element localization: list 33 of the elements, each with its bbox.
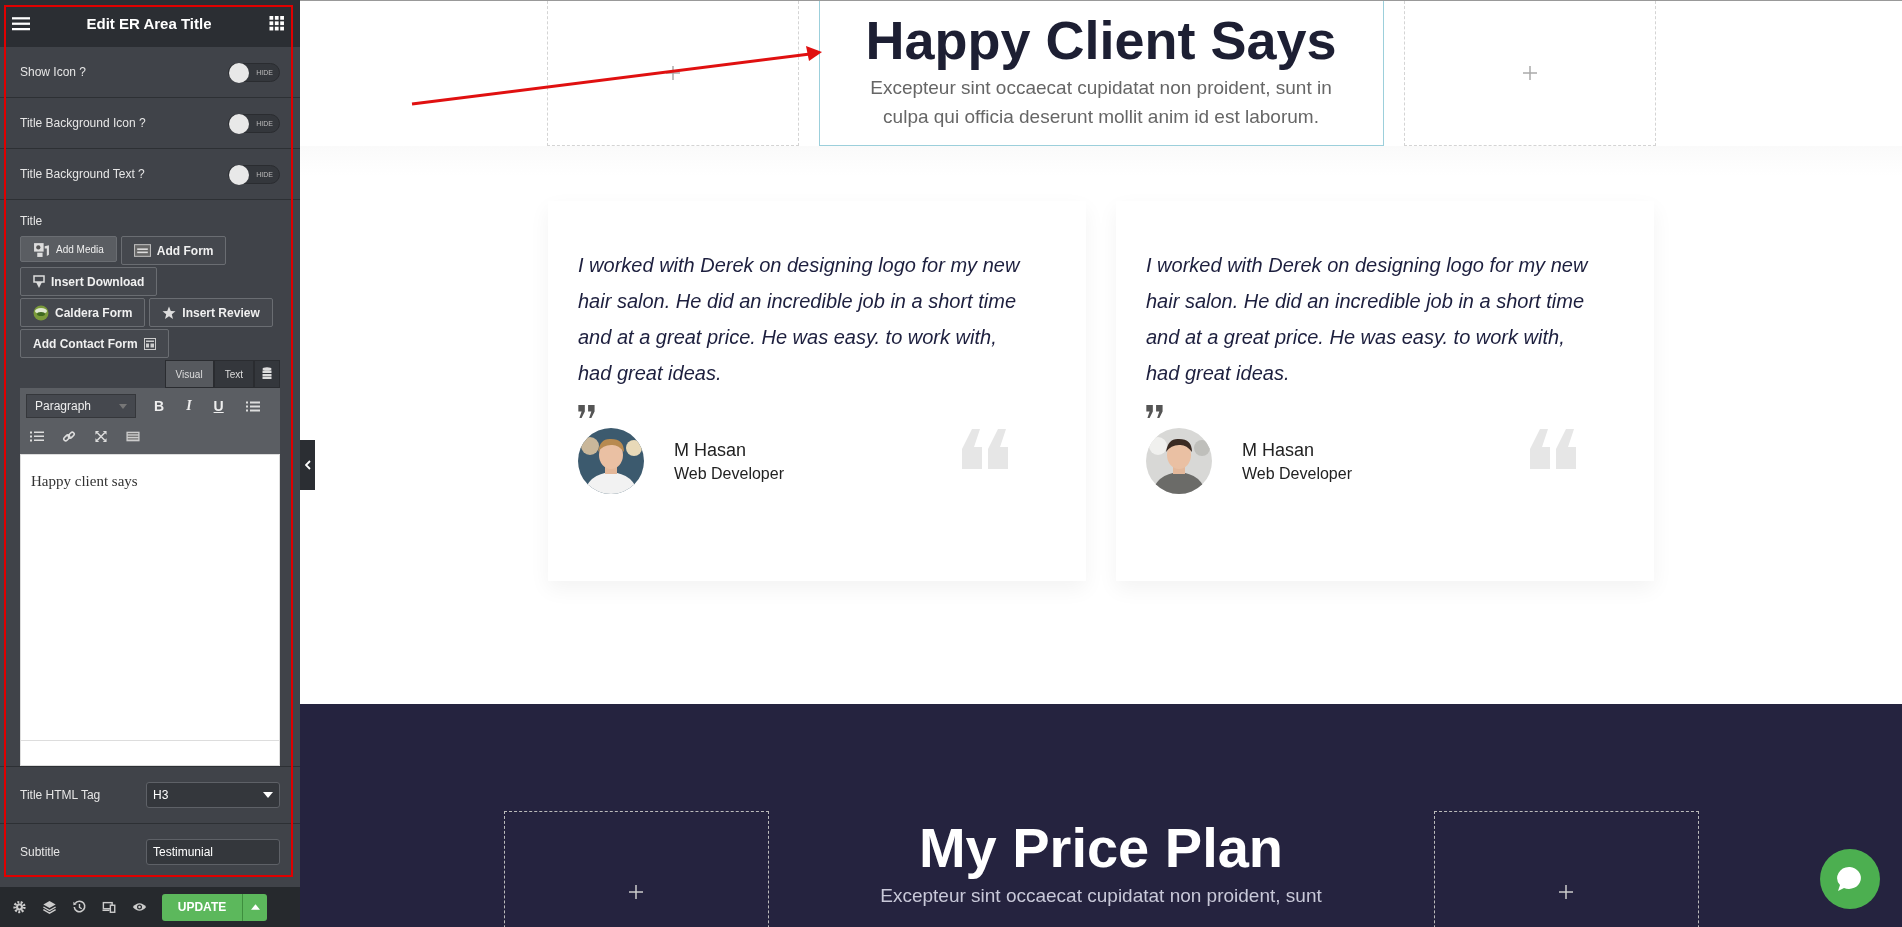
media-button[interactable]: Add Contact Form — [20, 329, 169, 358]
author-name: M Hasan — [674, 439, 748, 461]
toggle-label: Title Background Text ? — [20, 167, 145, 181]
media-button[interactable]: Add Form — [120, 236, 227, 265]
media-button[interactable]: Add Media — [20, 236, 117, 262]
section-heading: My Price Plan — [918, 817, 1284, 879]
panel-title: Edit ER Area Title — [86, 15, 212, 32]
author-role: Web Developer — [1242, 464, 1352, 483]
section-subtitle: Excepteur sint occaecat cupidatat non proident, sunt — [880, 884, 1322, 907]
format-button[interactable]: U — [209, 398, 228, 414]
editor-tab[interactable]: Visual — [164, 360, 214, 388]
format-select[interactable]: Paragraph — [26, 394, 136, 418]
section-subtitle: Excepteur sint occaecat cupidatat non proident, sunt in culpa qui officia deserunt mollit anim id est laborum. — [869, 76, 1333, 129]
section-label: Title — [20, 214, 44, 228]
field-label: Subtitle — [20, 845, 61, 859]
select-field[interactable]: H3 — [146, 782, 280, 808]
testimonial-quote: I worked with Derek on designing logo for my new hair salon. He did an incredible job in a short time and at a great price. He was easy. to work with, had great ideas. — [1146, 253, 1590, 386]
format-button[interactable]: B — [150, 398, 169, 414]
author-role: Web Developer — [674, 464, 784, 483]
toggle-label: Show Icon ? — [20, 65, 87, 79]
testimonial-quote: I worked with Derek on designing logo for my new hair salon. He did an incredible job in a short time and at a great price. He was easy. to work with, had great ideas. — [578, 253, 1022, 386]
author-name: M Hasan — [1242, 439, 1316, 461]
input-field[interactable]: Testimunial — [146, 839, 280, 865]
field-label: Title HTML Tag — [20, 788, 101, 802]
editor-text: Happy client says — [30, 472, 139, 491]
editor-tab[interactable]: Text — [213, 360, 254, 388]
format-button[interactable]: I — [182, 398, 196, 414]
toggle-label: Title Background Icon ? — [20, 116, 146, 130]
media-button[interactable]: Insert Download — [20, 267, 158, 296]
text-editor[interactable]: Happy client says — [20, 454, 280, 766]
section-heading: Happy Client Says — [865, 11, 1337, 71]
media-button[interactable]: Insert Review — [149, 298, 273, 327]
media-button[interactable]: Caldera Form — [20, 298, 146, 327]
